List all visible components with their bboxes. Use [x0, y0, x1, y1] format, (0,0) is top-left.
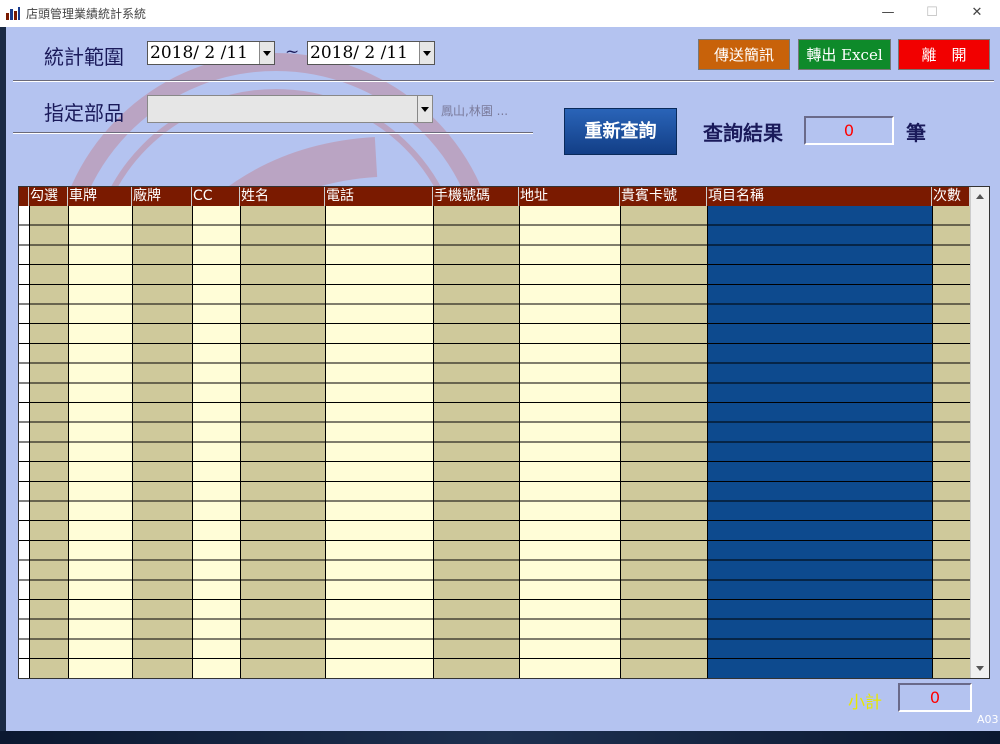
chevron-down-icon[interactable]: [259, 42, 274, 64]
end-date-picker[interactable]: 2018/ 2 /11: [307, 41, 435, 65]
desktop-taskbar: [0, 731, 1000, 744]
subtotal-value: 0: [898, 683, 972, 712]
range-label: 統計範圍: [44, 45, 124, 69]
part-select[interactable]: [147, 95, 433, 123]
divider: [13, 132, 533, 134]
chevron-down-icon[interactable]: [419, 42, 434, 64]
start-date-value: 2018/ 2 /11: [150, 43, 248, 63]
divider: [13, 80, 994, 82]
export-excel-button[interactable]: 轉出 Excel: [798, 39, 891, 70]
scroll-up-arrow-icon[interactable]: [972, 188, 989, 205]
header-name[interactable]: 姓名: [240, 187, 325, 206]
range-separator: ~: [285, 42, 300, 62]
minimize-button[interactable]: —: [876, 3, 900, 23]
main-form: 統計範圍 2018/ 2 /11 ~ 2018/ 2 /11 傳送簡訊 轉出 E…: [6, 27, 1000, 731]
header-vip-card[interactable]: 貴賓卡號: [620, 187, 707, 206]
result-label: 查詢結果: [703, 121, 783, 145]
header-phone[interactable]: 電話: [325, 187, 433, 206]
chevron-down-icon[interactable]: [417, 96, 432, 122]
header-cc[interactable]: CC: [192, 187, 240, 206]
form-code: A03: [977, 713, 999, 726]
part-label: 指定部品: [44, 101, 124, 125]
records-table[interactable]: 勾選 車牌 廠牌 CC 姓名 電話 手機號碼 地址 貴賓卡號 項目名稱 次數: [18, 186, 990, 679]
scroll-down-arrow-icon[interactable]: [972, 660, 989, 677]
requery-button[interactable]: 重新查詢: [564, 108, 677, 155]
table-row-lines: [19, 206, 970, 678]
window-title: 店頭管理業績統計系統: [26, 7, 147, 21]
header-count[interactable]: 次數: [932, 187, 970, 206]
app-chart-icon: [6, 7, 20, 20]
close-window-button[interactable]: ✕: [965, 3, 989, 23]
header-corner: [19, 187, 29, 206]
title-bar: 店頭管理業績統計系統 — ☐ ✕: [0, 0, 1000, 27]
header-brand[interactable]: 廠牌: [132, 187, 192, 206]
send-sms-button[interactable]: 傳送簡訊: [698, 39, 790, 70]
table-scrollbar[interactable]: [970, 187, 989, 678]
result-count: 0: [804, 116, 894, 145]
maximize-button[interactable]: ☐: [920, 3, 944, 23]
header-address[interactable]: 地址: [519, 187, 620, 206]
header-item-name[interactable]: 項目名稱: [707, 187, 932, 206]
part-hint: 鳳山,林園 ...: [441, 104, 509, 118]
table-header: 勾選 車牌 廠牌 CC 姓名 電話 手機號碼 地址 貴賓卡號 項目名稱 次數: [19, 187, 970, 206]
subtotal-label: 小計: [848, 693, 882, 713]
start-date-picker[interactable]: 2018/ 2 /11: [147, 41, 275, 65]
header-check[interactable]: 勾選: [29, 187, 68, 206]
header-plate[interactable]: 車牌: [68, 187, 132, 206]
end-date-value: 2018/ 2 /11: [310, 43, 408, 63]
header-mobile[interactable]: 手機號碼: [433, 187, 519, 206]
result-unit: 筆: [906, 121, 926, 145]
exit-button[interactable]: 離 開: [898, 39, 990, 70]
